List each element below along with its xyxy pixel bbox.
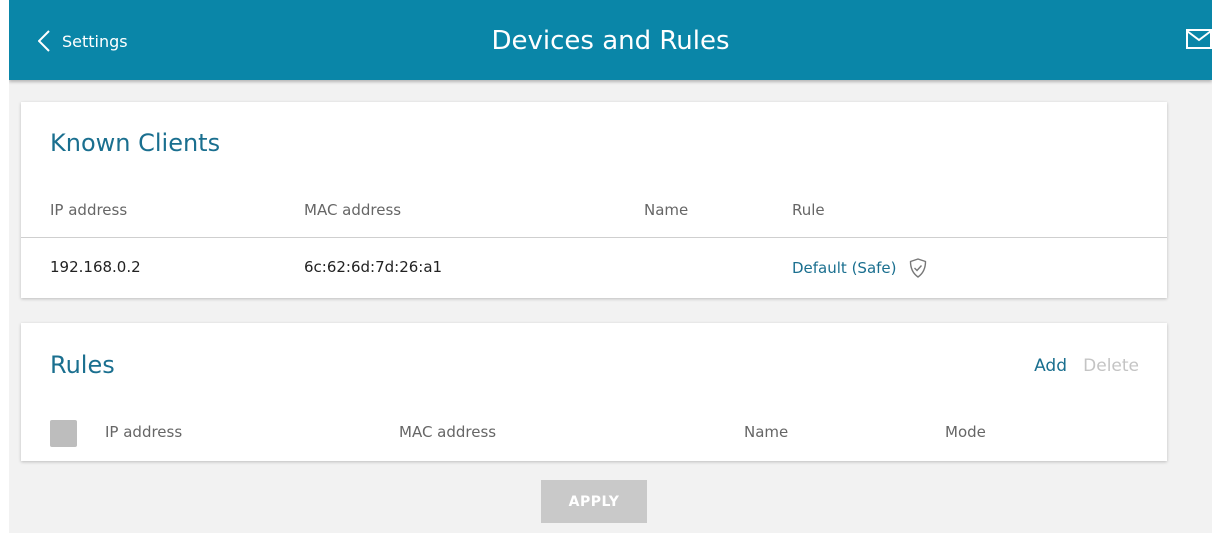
client-rule-link[interactable]: Default (Safe) (792, 258, 927, 278)
shield-check-icon (909, 258, 926, 278)
client-ip: 192.168.0.2 (50, 258, 141, 276)
column-header-mac: MAC address (304, 201, 402, 219)
rules-column-mac: MAC address (399, 423, 497, 441)
known-clients-card: Known Clients IP address MAC address Nam… (21, 102, 1167, 298)
rules-column-ip: IP address (105, 423, 183, 441)
messages-button[interactable] (1186, 29, 1212, 53)
rules-card: Rules Add Delete IP address MAC address … (21, 323, 1167, 461)
column-header-ip: IP address (50, 201, 128, 219)
rules-column-name: Name (744, 423, 789, 441)
client-mac: 6c:62:6d:7d:26:a1 (304, 258, 443, 276)
rules-title: Rules (50, 351, 115, 379)
delete-rule-button[interactable]: Delete (1083, 356, 1139, 376)
app-window: Settings Devices and Rules Known Clients… (9, 0, 1212, 533)
page-title: Devices and Rules (491, 26, 730, 56)
top-bar: Settings Devices and Rules (9, 0, 1212, 80)
column-header-rule: Rule (792, 201, 825, 219)
select-all-checkbox[interactable] (50, 420, 77, 447)
add-rule-button[interactable]: Add (1034, 356, 1067, 376)
known-clients-title: Known Clients (50, 129, 221, 157)
envelope-icon (1186, 29, 1212, 49)
table-divider (21, 237, 1167, 238)
rules-column-mode: Mode (945, 423, 986, 441)
client-rule-label: Default (Safe) (792, 259, 897, 277)
apply-button[interactable]: APPLY (541, 480, 647, 523)
column-header-name: Name (644, 201, 689, 219)
